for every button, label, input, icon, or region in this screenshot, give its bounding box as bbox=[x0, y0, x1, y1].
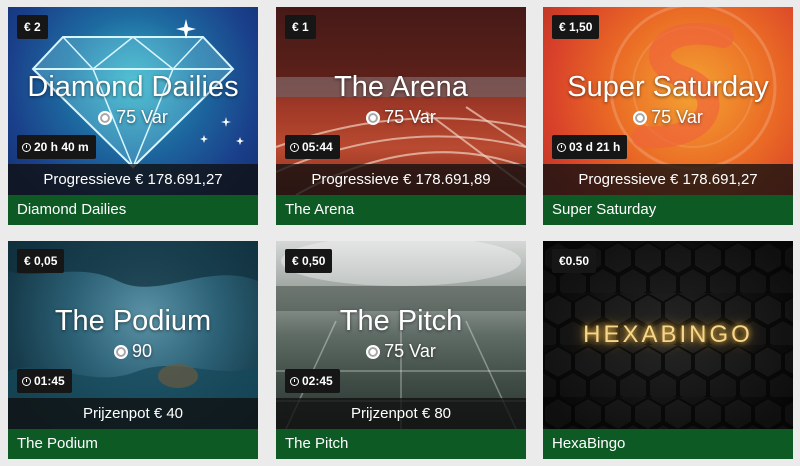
room-name-footer[interactable]: The Pitch bbox=[276, 429, 526, 459]
room-title: The Arena bbox=[334, 71, 468, 103]
bingo-ball-icon bbox=[633, 110, 648, 125]
bingo-ball-icon bbox=[98, 110, 113, 125]
room-name-footer[interactable]: The Podium bbox=[8, 429, 258, 459]
bingo-ball-icon bbox=[113, 344, 128, 359]
ticket-price-badge: € 2 bbox=[17, 15, 48, 39]
ticket-price-badge: €0.50 bbox=[552, 249, 597, 273]
countdown-timer: 01:45 bbox=[17, 369, 72, 393]
clock-icon bbox=[290, 142, 299, 152]
ball-type-label: 75 Var bbox=[651, 107, 703, 127]
clock-icon bbox=[22, 142, 31, 152]
ticket-price-badge: € 1,50 bbox=[552, 15, 600, 39]
bingo-ball-icon bbox=[366, 344, 381, 359]
room-name-footer[interactable]: Super Saturday bbox=[543, 195, 793, 225]
countdown-value: 02:45 bbox=[302, 374, 333, 388]
room-card-the-pitch[interactable]: The Pitch 75 Var € 0,50 02:45 Prijzenpot… bbox=[276, 241, 526, 459]
ball-type: 75 Var bbox=[276, 107, 526, 128]
jackpot-bar: Progressieve € 178.691,27 bbox=[8, 164, 258, 195]
countdown-value: 03 d 21 h bbox=[569, 140, 621, 154]
room-name-footer[interactable]: Diamond Dailies bbox=[8, 195, 258, 225]
room-card-the-arena[interactable]: The Arena 75 Var € 1 05:44 Progressieve … bbox=[276, 7, 526, 225]
room-name-footer[interactable]: The Arena bbox=[276, 195, 526, 225]
countdown-timer: 02:45 bbox=[285, 369, 340, 393]
countdown-timer: 20 h 40 m bbox=[17, 135, 96, 159]
clock-icon bbox=[290, 376, 299, 386]
ticket-price-badge: € 0,05 bbox=[17, 249, 65, 273]
room-card-diamond-dailies[interactable]: Diamond Dailies 75 Var € 2 20 h 40 m Pro… bbox=[8, 7, 258, 225]
ball-type-label: 75 Var bbox=[116, 107, 168, 127]
jackpot-bar: Progressieve € 178.691,27 bbox=[543, 164, 793, 195]
ticket-price-badge: € 1 bbox=[285, 15, 316, 39]
clock-icon bbox=[557, 142, 566, 152]
room-title: Super Saturday bbox=[567, 71, 769, 103]
countdown-value: 01:45 bbox=[34, 374, 65, 388]
jackpot-bar: Progressieve € 178.691,89 bbox=[276, 164, 526, 195]
room-card-hexabingo[interactable]: HEXABINGO €0.50 HexaBingo bbox=[543, 241, 793, 459]
ball-type-label: 75 Var bbox=[384, 107, 436, 127]
ball-type: 75 Var bbox=[543, 107, 793, 128]
countdown-value: 05:44 bbox=[302, 140, 333, 154]
hexabingo-logo: HEXABINGO bbox=[583, 321, 753, 348]
clock-icon bbox=[22, 376, 31, 386]
ball-type-label: 90 bbox=[131, 341, 153, 361]
bingo-ball-icon bbox=[366, 110, 381, 125]
ball-type: 75 Var bbox=[276, 341, 526, 362]
ball-type: 90 bbox=[8, 341, 258, 362]
ball-type: 75 Var bbox=[8, 107, 258, 128]
ball-type-label: 75 Var bbox=[384, 341, 436, 361]
room-card-the-podium[interactable]: The Podium 90 € 0,05 01:45 Prijzenpot € … bbox=[8, 241, 258, 459]
jackpot-bar: Prijzenpot € 40 bbox=[8, 398, 258, 429]
room-card-super-saturday[interactable]: Super Saturday 75 Var € 1,50 03 d 21 h P… bbox=[543, 7, 793, 225]
room-title: Diamond Dailies bbox=[27, 71, 239, 103]
ticket-price-badge: € 0,50 bbox=[285, 249, 333, 273]
countdown-timer: 03 d 21 h bbox=[552, 135, 628, 159]
countdown-timer: 05:44 bbox=[285, 135, 340, 159]
countdown-value: 20 h 40 m bbox=[34, 140, 89, 154]
room-title: The Pitch bbox=[339, 305, 463, 337]
room-title: The Podium bbox=[54, 305, 212, 337]
bingo-rooms-grid: Diamond Dailies 75 Var € 2 20 h 40 m Pro… bbox=[0, 0, 800, 466]
room-name-footer[interactable]: HexaBingo bbox=[543, 429, 793, 459]
jackpot-bar: Prijzenpot € 80 bbox=[276, 398, 526, 429]
